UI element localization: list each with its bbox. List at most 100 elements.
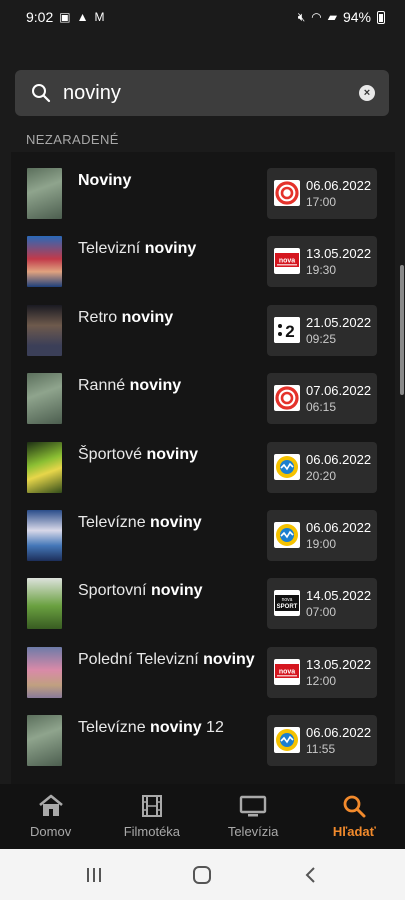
program-title: Televízne noviny 12 [78, 719, 224, 737]
broadcast-info: 06.06.2022 19:00 [267, 510, 377, 561]
system-navigation-bar [0, 849, 405, 900]
title-match: noviny [121, 308, 174, 326]
ta3-logo-icon [274, 727, 300, 754]
broadcast-date: 06.06.2022 [306, 451, 372, 467]
list-item[interactable]: Ranné noviny 07.06.2022 06:15 [11, 357, 395, 425]
battery-icon [377, 10, 385, 24]
wifi-icon: ◠ [311, 10, 322, 24]
title-prefix: Sportovní [78, 582, 151, 600]
battery-percent: 94% [342, 9, 371, 25]
broadcast-info: nova SPORT 14.05.2022 07:00 [267, 578, 377, 630]
bottom-navigation: Domov Filmotéka Televízia Hľadať [0, 784, 405, 849]
broadcast-time: 06:15 [306, 400, 337, 415]
list-item[interactable]: Retro noviny 2 21.05.2022 09:25 [11, 289, 395, 357]
title-match: noviny [129, 377, 182, 395]
nav-tv[interactable]: Televízia [203, 784, 304, 849]
nav-movies[interactable]: Filmotéka [101, 784, 202, 849]
results-list: Noviny 06.06.2022 17:00 Televizní noviny nov… [11, 152, 395, 784]
program-thumbnail [27, 510, 62, 561]
title-prefix: Ranné [78, 377, 130, 395]
film-icon [141, 795, 162, 817]
section-heading: NEZARADENÉ [26, 132, 119, 147]
svg-text:nova: nova [279, 668, 295, 675]
broadcast-info: 2 21.05.2022 09:25 [267, 304, 377, 356]
stv2-logo-icon: 2 [274, 316, 300, 343]
title-prefix: Retro [78, 308, 122, 326]
nova-sport-logo-icon: nova SPORT [274, 590, 300, 617]
title-prefix: Televízne [78, 719, 151, 737]
tv-icon [239, 795, 267, 817]
broadcast-time: 12:00 [306, 673, 337, 688]
title-match: Noviny [78, 172, 132, 189]
program-title: Televízne noviny [78, 514, 202, 532]
nova-logo-icon: nova [274, 658, 300, 685]
title-match: noviny [144, 240, 197, 258]
nav-movies-label: Filmotéka [123, 824, 181, 839]
program-title: Polední Televizní noviny [78, 651, 255, 669]
broadcast-time: 17:00 [306, 195, 337, 209]
broadcast-date: 06.06.2022 [306, 725, 372, 741]
status-bar: 9:02 ▣ ▲ M 🔇︎ ◠ ▰ 94% [0, 0, 405, 34]
program-title: Sportovní noviny [78, 582, 203, 600]
broadcast-date: 06.06.2022 [306, 520, 372, 535]
list-item[interactable]: Noviny 06.06.2022 17:00 [11, 152, 395, 220]
program-title: Noviny [78, 172, 131, 190]
list-item[interactable]: Televízne noviny 12 06.06.2022 11:55 [11, 699, 395, 767]
program-thumbnail [27, 441, 62, 493]
broadcast-time: 19:00 [306, 537, 337, 551]
list-item[interactable]: Športové noviny 06.06.2022 20:20 [11, 426, 395, 494]
list-item[interactable]: Televízne noviny 06.06.2022 19:00 [11, 494, 395, 562]
image-notification-icon: ▣ [59, 10, 71, 24]
warning-notification-icon: ▲ [76, 10, 89, 24]
clear-search-icon[interactable]: × [359, 85, 375, 101]
svg-text:nova: nova [279, 258, 295, 265]
list-item[interactable]: Polední Televizní noviny nova 13.05.2022 12… [11, 631, 395, 699]
status-time: 9:02 [26, 9, 54, 25]
broadcast-time: 19:30 [306, 263, 337, 278]
svg-text:2: 2 [285, 322, 294, 341]
program-title: Televizní noviny [78, 240, 196, 258]
broadcast-date: 07.06.2022 [306, 383, 372, 399]
broadcast-info: 06.06.2022 11:55 [267, 715, 377, 767]
home-icon [38, 794, 63, 816]
gmail-notification-icon: M [94, 10, 105, 24]
search-icon [32, 84, 51, 103]
nav-tv-label: Televízia [227, 824, 279, 839]
program-thumbnail [27, 578, 62, 630]
title-match: noviny [150, 514, 202, 531]
broadcast-info: 07.06.2022 06:15 [267, 373, 377, 425]
program-title: Retro noviny [78, 309, 173, 327]
broadcast-info: 06.06.2022 20:20 [267, 441, 377, 493]
nav-search[interactable]: Hľadať [304, 784, 405, 849]
recent-apps-icon[interactable] [84, 866, 104, 884]
joj-logo-icon [274, 180, 300, 206]
broadcast-date: 21.05.2022 [306, 314, 372, 330]
broadcast-info: nova 13.05.2022 12:00 [267, 646, 377, 698]
nav-search-label: Hľadať [332, 824, 376, 839]
broadcast-time: 20:20 [306, 468, 337, 483]
search-bar[interactable]: noviny × [15, 70, 389, 116]
home-button-icon[interactable] [192, 865, 212, 885]
search-icon [343, 795, 366, 818]
program-title: Ranné noviny [78, 377, 181, 395]
title-prefix: Športové [78, 445, 147, 463]
nova-logo-icon: nova [274, 248, 300, 275]
title-suffix: 12 [201, 719, 224, 737]
ta3-logo-icon [274, 453, 300, 480]
broadcast-info: nova 13.05.2022 19:30 [267, 236, 377, 288]
svg-text:SPORT: SPORT [277, 604, 298, 610]
back-icon[interactable] [301, 865, 321, 885]
broadcast-time: 11:55 [306, 742, 336, 757]
scrollbar[interactable] [400, 265, 404, 395]
joj-logo-icon [274, 385, 300, 412]
program-thumbnail [27, 646, 62, 698]
broadcast-date: 13.05.2022 [306, 246, 372, 262]
nav-home[interactable]: Domov [0, 784, 101, 849]
list-item[interactable]: Televizní noviny nova 13.05.2022 19:30 [11, 220, 395, 288]
program-thumbnail [27, 715, 62, 767]
broadcast-time: 09:25 [306, 331, 337, 346]
broadcast-date: 13.05.2022 [306, 656, 372, 672]
search-input[interactable]: noviny [63, 82, 359, 105]
ta3-logo-icon [274, 522, 300, 548]
list-item[interactable]: Sportovní noviny nova SPORT 14.05.2022 07:00 [11, 562, 395, 630]
